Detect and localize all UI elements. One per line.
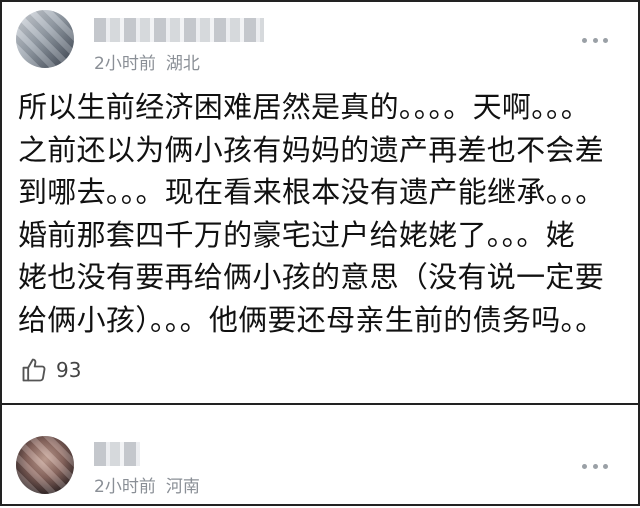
comment-item: 2小时前 河南 xyxy=(2,422,638,508)
comment-location: 湖北 xyxy=(165,54,200,74)
avatar[interactable] xyxy=(16,10,74,68)
comment-line: 之前还以为俩小孩有妈妈的遗产再差也不会差 xyxy=(18,132,605,167)
comment-line: 到哪去。。。现在看来根本没有遗产能继承。。。 xyxy=(18,175,605,209)
username-blurred[interactable] xyxy=(94,18,264,42)
comment-line: 姥也没有要再给俩小孩的意思（没有说一定要 xyxy=(18,260,605,294)
comment-body: 所以生前经济困难居然是真的。。。。天啊。。。 之前还以为俩小孩有妈妈的遗产再差也… xyxy=(18,86,618,341)
comment-meta: 2小时前 河南 xyxy=(94,472,200,497)
like-button[interactable]: 93 xyxy=(20,354,81,386)
comment-line: 给俩小孩）。。。他俩要还母亲生前的债务吗。。 xyxy=(18,302,605,337)
more-dots-icon[interactable] xyxy=(582,462,608,470)
username-blurred[interactable] xyxy=(94,442,140,466)
comment-line: 所以生前经济困难居然是真的。。。。天啊。。。 xyxy=(18,90,591,124)
comment-gap xyxy=(2,405,638,422)
like-count: 93 xyxy=(56,358,82,382)
more-dots-icon[interactable] xyxy=(582,36,608,44)
comment-time: 2小时前 xyxy=(94,477,156,497)
avatar-blur xyxy=(16,436,74,494)
comment-location: 河南 xyxy=(165,477,200,497)
comment-time: 2小时前 xyxy=(94,54,156,74)
comment-item: 2小时前 湖北 所以生前经济困难居然是真的。。。。天啊。。。 之前还以为俩小孩有妈… xyxy=(2,2,638,402)
avatar[interactable] xyxy=(16,436,74,494)
comment-line: 婚前那套四千万的豪宅过户给姥姥了。。。姥 xyxy=(18,217,576,252)
thumbs-up-icon xyxy=(22,358,46,382)
avatar-blur xyxy=(16,10,74,68)
comment-meta: 2小时前 湖北 xyxy=(94,49,200,74)
